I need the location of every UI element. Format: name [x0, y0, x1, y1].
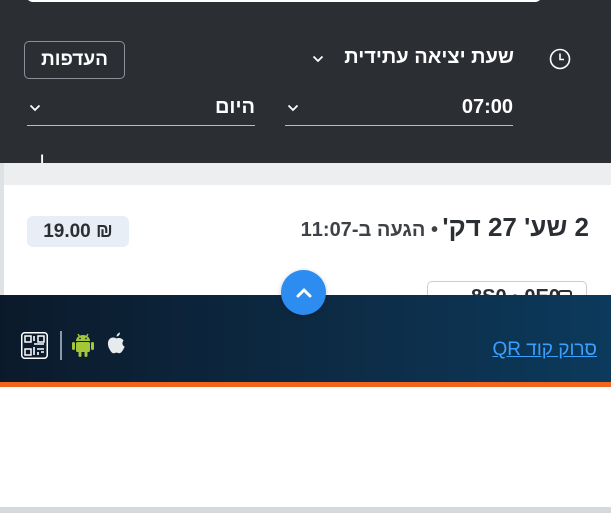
banner-accent-line: [0, 382, 611, 387]
chevron-up-icon: [296, 288, 311, 297]
search-field-edge[interactable]: [26, 0, 542, 2]
qr-code-icon[interactable]: [21, 332, 48, 359]
time-select[interactable]: 07:00: [285, 92, 513, 126]
price-badge: 19.00 ₪: [27, 216, 129, 247]
results-divider: [0, 163, 611, 185]
android-icon[interactable]: [70, 331, 96, 358]
clock-icon: [549, 48, 571, 70]
chevron-down-icon[interactable]: [312, 54, 324, 64]
date-value: היום: [215, 96, 255, 118]
clipped-text: ו: [40, 150, 45, 163]
time-value: 07:00: [461, 96, 513, 118]
date-select[interactable]: היום: [27, 92, 255, 126]
page-bottom-edge: [0, 507, 611, 513]
trip-arrival: • הגעה ב-11:07: [300, 219, 438, 241]
scan-qr-link[interactable]: סרוק קוד QR: [493, 339, 597, 361]
chevron-down-icon: [287, 104, 299, 112]
card-edge: [0, 163, 4, 295]
trip-duration: 2 שע' 27 דק': [442, 212, 589, 242]
preferences-button[interactable]: העדפות: [24, 41, 125, 79]
chevron-down-icon: [29, 104, 41, 112]
departure-mode-label[interactable]: שעת יציאה עתידית: [344, 46, 514, 69]
apple-icon[interactable]: [105, 330, 127, 356]
trip-planner-panel: [0, 0, 611, 163]
trip-summary: 2 שע' 27 דק' • הגעה ב-11:07: [301, 212, 589, 243]
scroll-to-top-button[interactable]: [281, 270, 326, 315]
banner-divider: [60, 331, 62, 360]
